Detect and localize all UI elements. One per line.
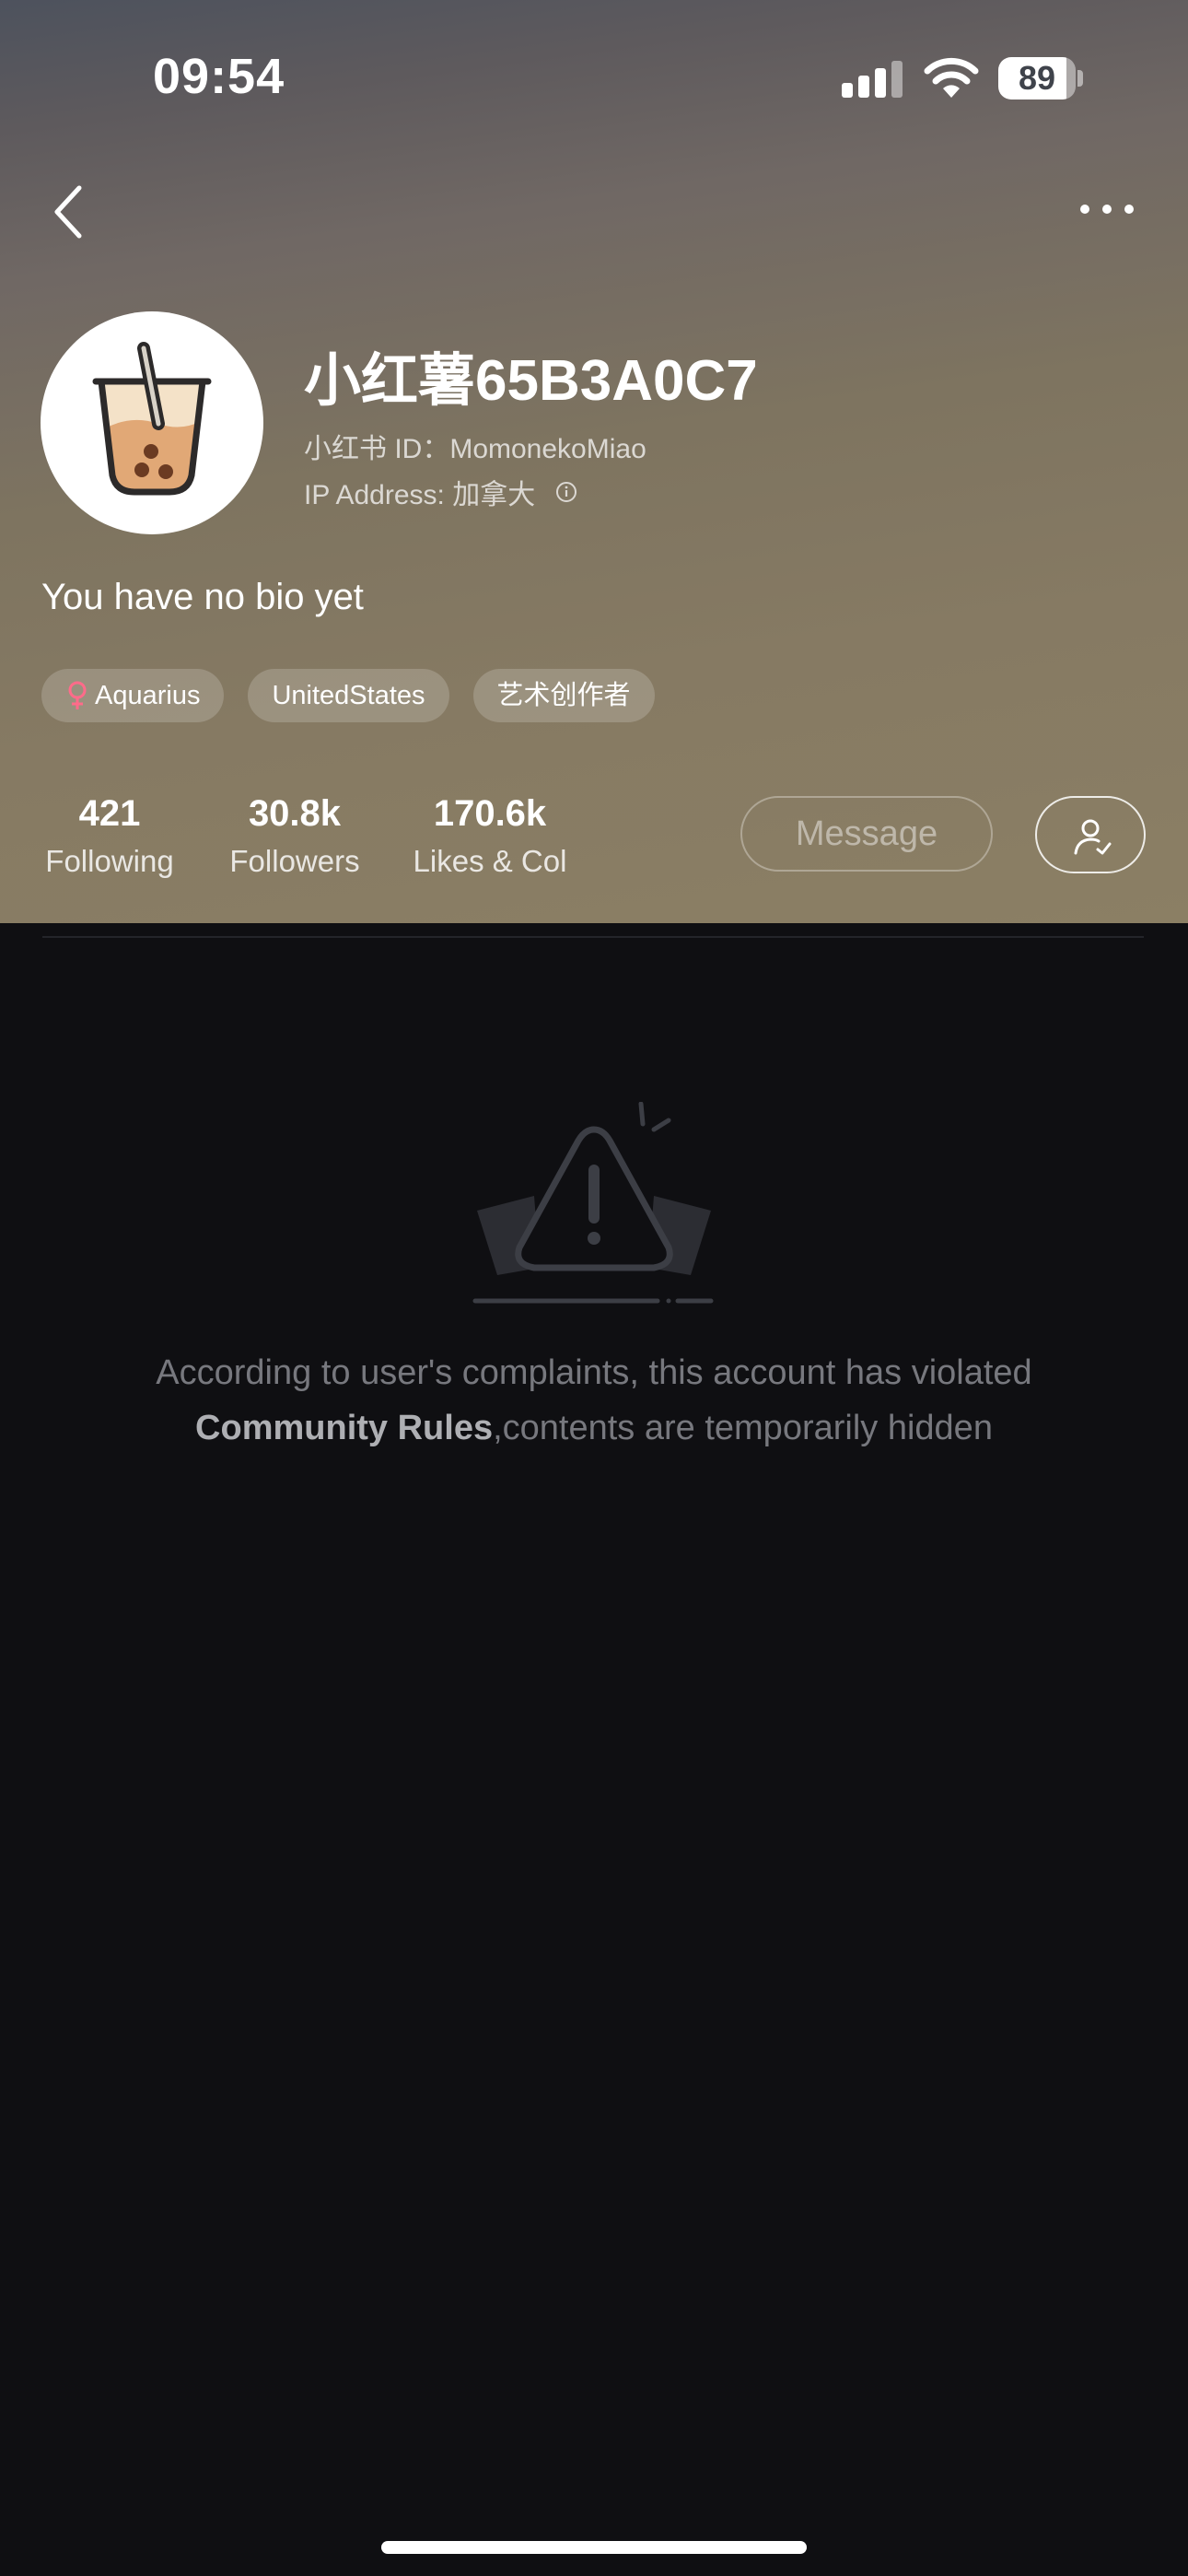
profile-page: 09:54 89 小红薯65B3A0C7 小红书 ID：MomonekoMiao… — [0, 0, 1188, 2576]
message-button[interactable]: Message — [740, 796, 993, 872]
chevron-left-icon — [54, 185, 82, 239]
violation-notice: According to user's complaints, this acc… — [0, 1345, 1188, 1456]
home-indicator[interactable] — [381, 2541, 807, 2554]
battery-tip — [1077, 70, 1083, 87]
more-button[interactable] — [1077, 195, 1136, 223]
tag-list: Aquarius UnitedStates 艺术创作者 — [41, 669, 655, 722]
female-icon — [68, 681, 87, 709]
notice-line-1: According to user's complaints, this acc… — [156, 1353, 1032, 1392]
nickname: 小红薯65B3A0C7 — [304, 349, 758, 413]
stat-value: 170.6k — [433, 793, 547, 834]
stat-likes-collections[interactable]: 170.6k Likes & Col — [409, 790, 571, 886]
community-rules-link[interactable]: Community Rules — [195, 1409, 493, 1447]
tag-profession: 艺术创作者 — [472, 669, 655, 722]
user-check-icon — [1074, 819, 1112, 855]
stat-value: 421 — [78, 793, 141, 834]
ip-address-row: IP Address: 加拿大 — [304, 472, 577, 512]
stat-following[interactable]: 421 Following — [41, 790, 179, 886]
ip-address: IP Address: 加拿大 — [304, 480, 536, 510]
section-divider — [42, 936, 1144, 938]
info-icon[interactable] — [555, 481, 577, 503]
tag-label: UnitedStates — [272, 681, 425, 710]
tag-label: 艺术创作者 — [496, 681, 631, 710]
status-time: 09:54 — [153, 49, 285, 104]
stat-label: Followers — [229, 844, 360, 878]
stat-label: Following — [45, 844, 174, 878]
stat-label: Likes & Col — [413, 844, 567, 878]
stat-followers[interactable]: 30.8k Followers — [225, 790, 365, 886]
signal-icon — [842, 61, 903, 98]
back-button[interactable] — [48, 182, 88, 241]
more-dots-icon — [1080, 205, 1134, 214]
tag-label: Aquarius — [95, 681, 201, 710]
warning-icon — [472, 1102, 714, 1304]
bio: You have no bio yet — [41, 577, 364, 617]
avatar[interactable] — [41, 311, 263, 534]
user-id: 小红书 ID：MomonekoMiao — [304, 434, 646, 464]
bubble-tea-icon — [92, 342, 212, 496]
battery-icon: 89 — [998, 57, 1076, 100]
stat-value: 30.8k — [248, 793, 342, 834]
notice-line-2-text: ,contents are temporarily hidden — [493, 1409, 993, 1447]
follow-status-button[interactable] — [1035, 796, 1146, 873]
wifi-icon — [924, 57, 979, 98]
tag-location: UnitedStates — [248, 669, 449, 722]
tag-zodiac: Aquarius — [41, 669, 225, 722]
notice-line-2: Community Rules,contents are temporarily… — [0, 1400, 1188, 1456]
